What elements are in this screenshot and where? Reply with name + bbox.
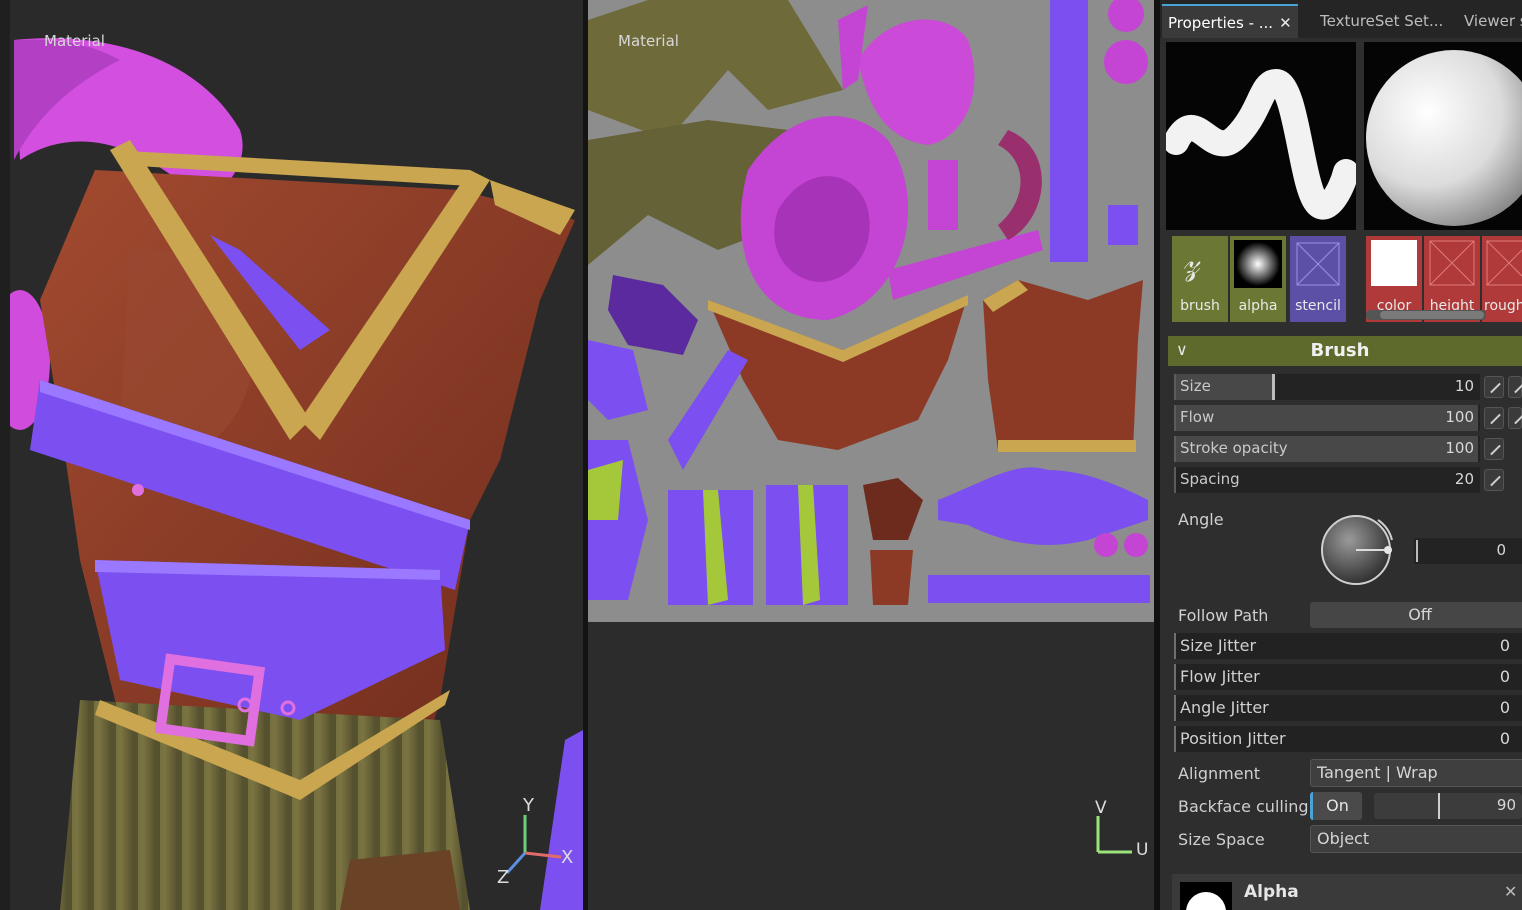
viewport-3d-label: Material xyxy=(44,32,105,50)
spacing-slider[interactable]: Spacing 20 xyxy=(1174,467,1480,493)
flow-extra-icon[interactable] xyxy=(1508,407,1522,429)
angle-field-marker xyxy=(1416,540,1418,562)
axis-v-label: V xyxy=(1095,798,1107,818)
brush-slot[interactable]: 𝓏 brush xyxy=(1172,236,1228,322)
axis-gizmo-3d: Y X Z xyxy=(495,795,575,895)
stroke-opacity-pen-icon[interactable] xyxy=(1484,438,1504,460)
angle-value: 0 xyxy=(1496,541,1506,559)
angle-value-field[interactable]: 0 xyxy=(1414,538,1522,564)
position-jitter-value[interactable]: 0 xyxy=(1500,729,1510,748)
brush-curve-icon: 𝓏 xyxy=(1184,242,1201,283)
tab-viewer-settings[interactable]: Viewer s xyxy=(1458,4,1522,38)
empty-slot-cross-icon xyxy=(1296,242,1340,286)
stroke-opacity-label: Stroke opacity xyxy=(1180,439,1288,457)
angle-jitter-label: Angle Jitter xyxy=(1180,698,1269,717)
size-jitter-slider[interactable]: Size Jitter 0 xyxy=(1174,633,1522,659)
position-jitter-slider[interactable]: Position Jitter 0 xyxy=(1174,726,1522,752)
uv-texture-area[interactable] xyxy=(588,0,1154,622)
alignment-dropdown[interactable]: Tangent | Wrap xyxy=(1310,759,1522,787)
channel-scrollbar[interactable] xyxy=(1366,310,1486,320)
viewport-2d-label: Material xyxy=(618,32,679,50)
scrollbar-thumb[interactable] xyxy=(1380,311,1484,319)
viewport-2d[interactable]: Material V U xyxy=(588,0,1154,910)
flow-jitter-slider[interactable]: Flow Jitter 0 xyxy=(1174,664,1522,690)
stencil-slot[interactable]: stencil xyxy=(1290,236,1346,322)
roughness-channel-label: rough xyxy=(1484,298,1522,314)
backface-slider-handle[interactable] xyxy=(1438,793,1440,819)
spacing-label: Spacing xyxy=(1180,470,1240,488)
flow-slider[interactable]: Flow 100 xyxy=(1174,405,1480,431)
tab-properties-label: Properties - ... xyxy=(1168,14,1274,32)
alignment-label: Alignment xyxy=(1178,764,1260,783)
empty-channel-cross-icon xyxy=(1486,240,1522,286)
axis-z-label: Z xyxy=(497,867,510,888)
panel-tab-bar: Properties - ... ✕ TextureSet Set... View… xyxy=(1160,0,1522,38)
angle-dial[interactable] xyxy=(1320,512,1396,588)
alpha-slot[interactable]: alpha xyxy=(1230,236,1286,322)
size-jitter-label: Size Jitter xyxy=(1180,636,1257,655)
angle-label: Angle xyxy=(1178,510,1224,529)
axis-x-label: X xyxy=(561,847,574,868)
size-space-value: Object xyxy=(1317,829,1370,848)
close-icon[interactable]: ✕ xyxy=(1504,882,1517,901)
size-space-label: Size Space xyxy=(1178,830,1265,849)
size-slider-handle[interactable] xyxy=(1272,374,1275,400)
size-space-dropdown[interactable]: Object xyxy=(1310,825,1522,853)
brush-section-title: Brush xyxy=(1310,340,1370,361)
uv-islands-render xyxy=(588,0,1150,605)
flow-value[interactable]: 100 xyxy=(1445,408,1474,426)
flow-slider-fill xyxy=(1176,405,1478,431)
stroke-opacity-slider[interactable]: Stroke opacity 100 xyxy=(1174,436,1480,462)
spacing-value[interactable]: 20 xyxy=(1455,470,1474,488)
alpha-section-thumbnail xyxy=(1180,882,1232,910)
alpha-section-title: Alpha xyxy=(1244,882,1299,902)
size-value[interactable]: 10 xyxy=(1455,377,1474,395)
size-pen-pressure-icon[interactable] xyxy=(1484,376,1504,398)
backface-culling-toggle[interactable]: On xyxy=(1310,792,1362,820)
stroke-opacity-value[interactable]: 100 xyxy=(1445,439,1474,457)
flow-jitter-value[interactable]: 0 xyxy=(1500,667,1510,686)
axis-y-label: Y xyxy=(523,795,534,816)
follow-path-label: Follow Path xyxy=(1178,606,1269,625)
spacing-pen-icon[interactable] xyxy=(1484,469,1504,491)
tab-properties[interactable]: Properties - ... ✕ xyxy=(1162,4,1298,38)
size-extra-icon[interactable] xyxy=(1508,376,1522,398)
position-jitter-label: Position Jitter xyxy=(1180,729,1286,748)
roughness-channel[interactable]: rough xyxy=(1482,236,1522,322)
flow-pen-pressure-icon[interactable] xyxy=(1484,407,1504,429)
brush-section-header[interactable]: ∨ Brush xyxy=(1168,336,1522,366)
properties-panel: Properties - ... ✕ TextureSet Set... View… xyxy=(1160,0,1522,910)
axis-gizmo-2d: V U xyxy=(1086,798,1154,868)
size-label: Size xyxy=(1180,377,1211,395)
empty-channel-cross-icon xyxy=(1429,240,1475,286)
brush-slot-label: brush xyxy=(1180,298,1220,314)
model-3d-render[interactable] xyxy=(0,0,583,910)
viewport-left-edge xyxy=(0,0,10,910)
alignment-value: Tangent | Wrap xyxy=(1317,763,1438,782)
tab-textureset-label: TextureSet Set... xyxy=(1320,12,1444,30)
backface-culling-value: 90 xyxy=(1496,796,1516,814)
alpha-section-header[interactable]: Alpha ✕ xyxy=(1172,874,1522,910)
size-jitter-value[interactable]: 0 xyxy=(1500,636,1510,655)
flow-jitter-label: Flow Jitter xyxy=(1180,667,1260,686)
size-slider[interactable]: Size 10 xyxy=(1174,374,1480,400)
tab-viewer-label: Viewer s xyxy=(1464,12,1522,30)
viewport-3d[interactable]: Material Y X Z xyxy=(0,0,583,910)
material-sphere-preview[interactable] xyxy=(1364,42,1522,230)
stencil-slot-label: stencil xyxy=(1295,298,1341,314)
backface-culling-slider[interactable]: 90 xyxy=(1374,793,1522,819)
angle-jitter-value[interactable]: 0 xyxy=(1500,698,1510,717)
flow-label: Flow xyxy=(1180,408,1215,426)
alpha-slot-label: alpha xyxy=(1238,298,1278,314)
tab-textureset-settings[interactable]: TextureSet Set... xyxy=(1314,4,1452,38)
color-swatch xyxy=(1371,240,1417,286)
angle-jitter-slider[interactable]: Angle Jitter 0 xyxy=(1174,695,1522,721)
alpha-thumbnail xyxy=(1234,240,1282,288)
follow-path-toggle[interactable]: Off xyxy=(1310,602,1522,628)
brush-stroke-preview[interactable] xyxy=(1166,42,1356,230)
axis-u-label: U xyxy=(1136,840,1149,860)
close-icon[interactable]: ✕ xyxy=(1279,14,1292,32)
backface-culling-label: Backface culling xyxy=(1178,797,1309,816)
